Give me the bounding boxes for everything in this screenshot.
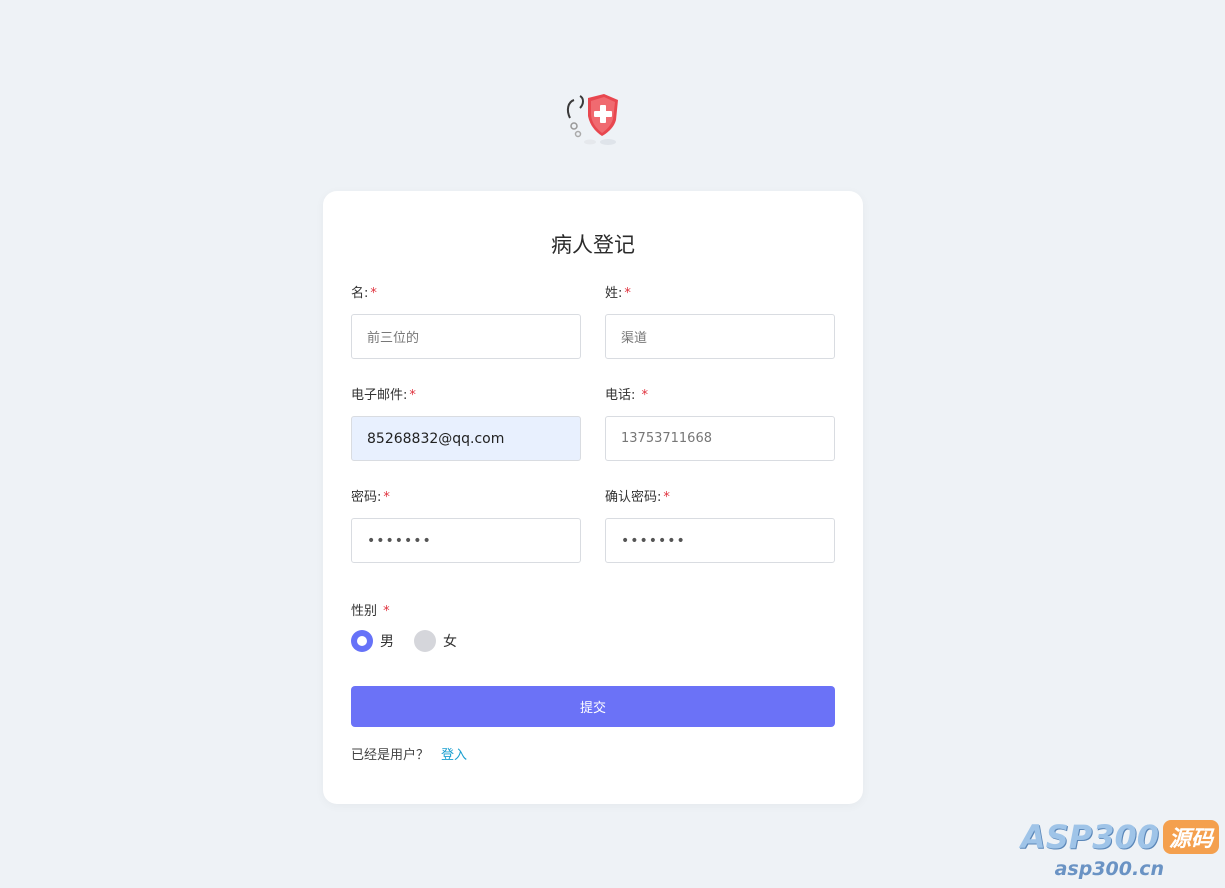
watermark: ASP300 源码 asp300.cn bbox=[1021, 818, 1219, 880]
login-prompt-text: 已经是用户？ bbox=[351, 748, 430, 763]
login-link[interactable]: 登入 bbox=[441, 748, 467, 763]
phone-group: 电话: * 13753711668 bbox=[605, 387, 835, 461]
confirm-password-value: ••••••• bbox=[621, 532, 686, 549]
gender-male-radio[interactable] bbox=[351, 630, 373, 652]
form-title: 病人登记 bbox=[551, 233, 635, 257]
submit-button[interactable]: 提交 bbox=[351, 686, 835, 727]
phone-placeholder: 13753711668 bbox=[621, 431, 712, 446]
required-mark: * bbox=[641, 388, 649, 403]
required-mark: * bbox=[383, 490, 390, 505]
medical-shield-logo-icon bbox=[560, 88, 624, 152]
last-name-placeholder: 渠道 bbox=[621, 331, 648, 346]
last-name-label: 姓: * bbox=[605, 286, 631, 301]
watermark-brand-row: ASP300 源码 bbox=[1021, 818, 1219, 856]
watermark-brand: ASP300 bbox=[1020, 818, 1159, 856]
last-name-group: 姓: * 渠道 bbox=[605, 285, 835, 359]
email-group: 电子邮件: * 85268832@qq.com bbox=[351, 387, 581, 461]
gender-female-radio[interactable] bbox=[414, 630, 436, 652]
phone-label: 电话: * bbox=[605, 388, 649, 403]
phone-input[interactable]: 13753711668 bbox=[605, 416, 835, 461]
last-name-input[interactable]: 渠道 bbox=[605, 314, 835, 359]
password-value: ••••••• bbox=[367, 532, 432, 549]
email-label: 电子邮件: * bbox=[351, 388, 416, 403]
login-prompt: 已经是用户？ 登入 bbox=[351, 744, 467, 763]
required-mark: * bbox=[624, 286, 631, 301]
password-label: 密码: * bbox=[351, 490, 390, 505]
watermark-url: asp300.cn bbox=[1054, 858, 1164, 880]
watermark-tag: 源码 bbox=[1162, 820, 1219, 854]
first-name-group: 名: * 前三位的 bbox=[351, 285, 581, 359]
required-mark: * bbox=[370, 286, 377, 301]
password-group: 密码: * ••••••• bbox=[351, 489, 581, 563]
confirm-password-label: 确认密码: * bbox=[605, 490, 670, 505]
email-input[interactable]: 85268832@qq.com bbox=[351, 416, 581, 461]
confirm-password-group: 确认密码: * ••••••• bbox=[605, 489, 835, 563]
required-mark: * bbox=[409, 388, 416, 403]
first-name-placeholder: 前三位的 bbox=[367, 331, 420, 346]
gender-group: 性别 * 男 女 bbox=[351, 603, 477, 652]
registration-card: 病人登记 名: * 前三位的 姓: * 渠道 电子邮件: * 85268832@q bbox=[323, 191, 863, 804]
required-mark: * bbox=[383, 604, 390, 619]
gender-label: 性别 * bbox=[351, 604, 390, 619]
required-mark: * bbox=[663, 490, 670, 505]
confirm-password-input[interactable]: ••••••• bbox=[605, 518, 835, 563]
gender-options: 男 女 bbox=[351, 630, 477, 652]
page: 病人登记 名: * 前三位的 姓: * 渠道 电子邮件: * 85268832@q bbox=[0, 0, 1225, 888]
first-name-input[interactable]: 前三位的 bbox=[351, 314, 581, 359]
email-value: 85268832@qq.com bbox=[367, 430, 505, 447]
password-input[interactable]: ••••••• bbox=[351, 518, 581, 563]
gender-female-label[interactable]: 女 bbox=[443, 631, 457, 651]
gender-male-label[interactable]: 男 bbox=[380, 631, 394, 651]
first-name-label: 名: * bbox=[351, 286, 377, 301]
